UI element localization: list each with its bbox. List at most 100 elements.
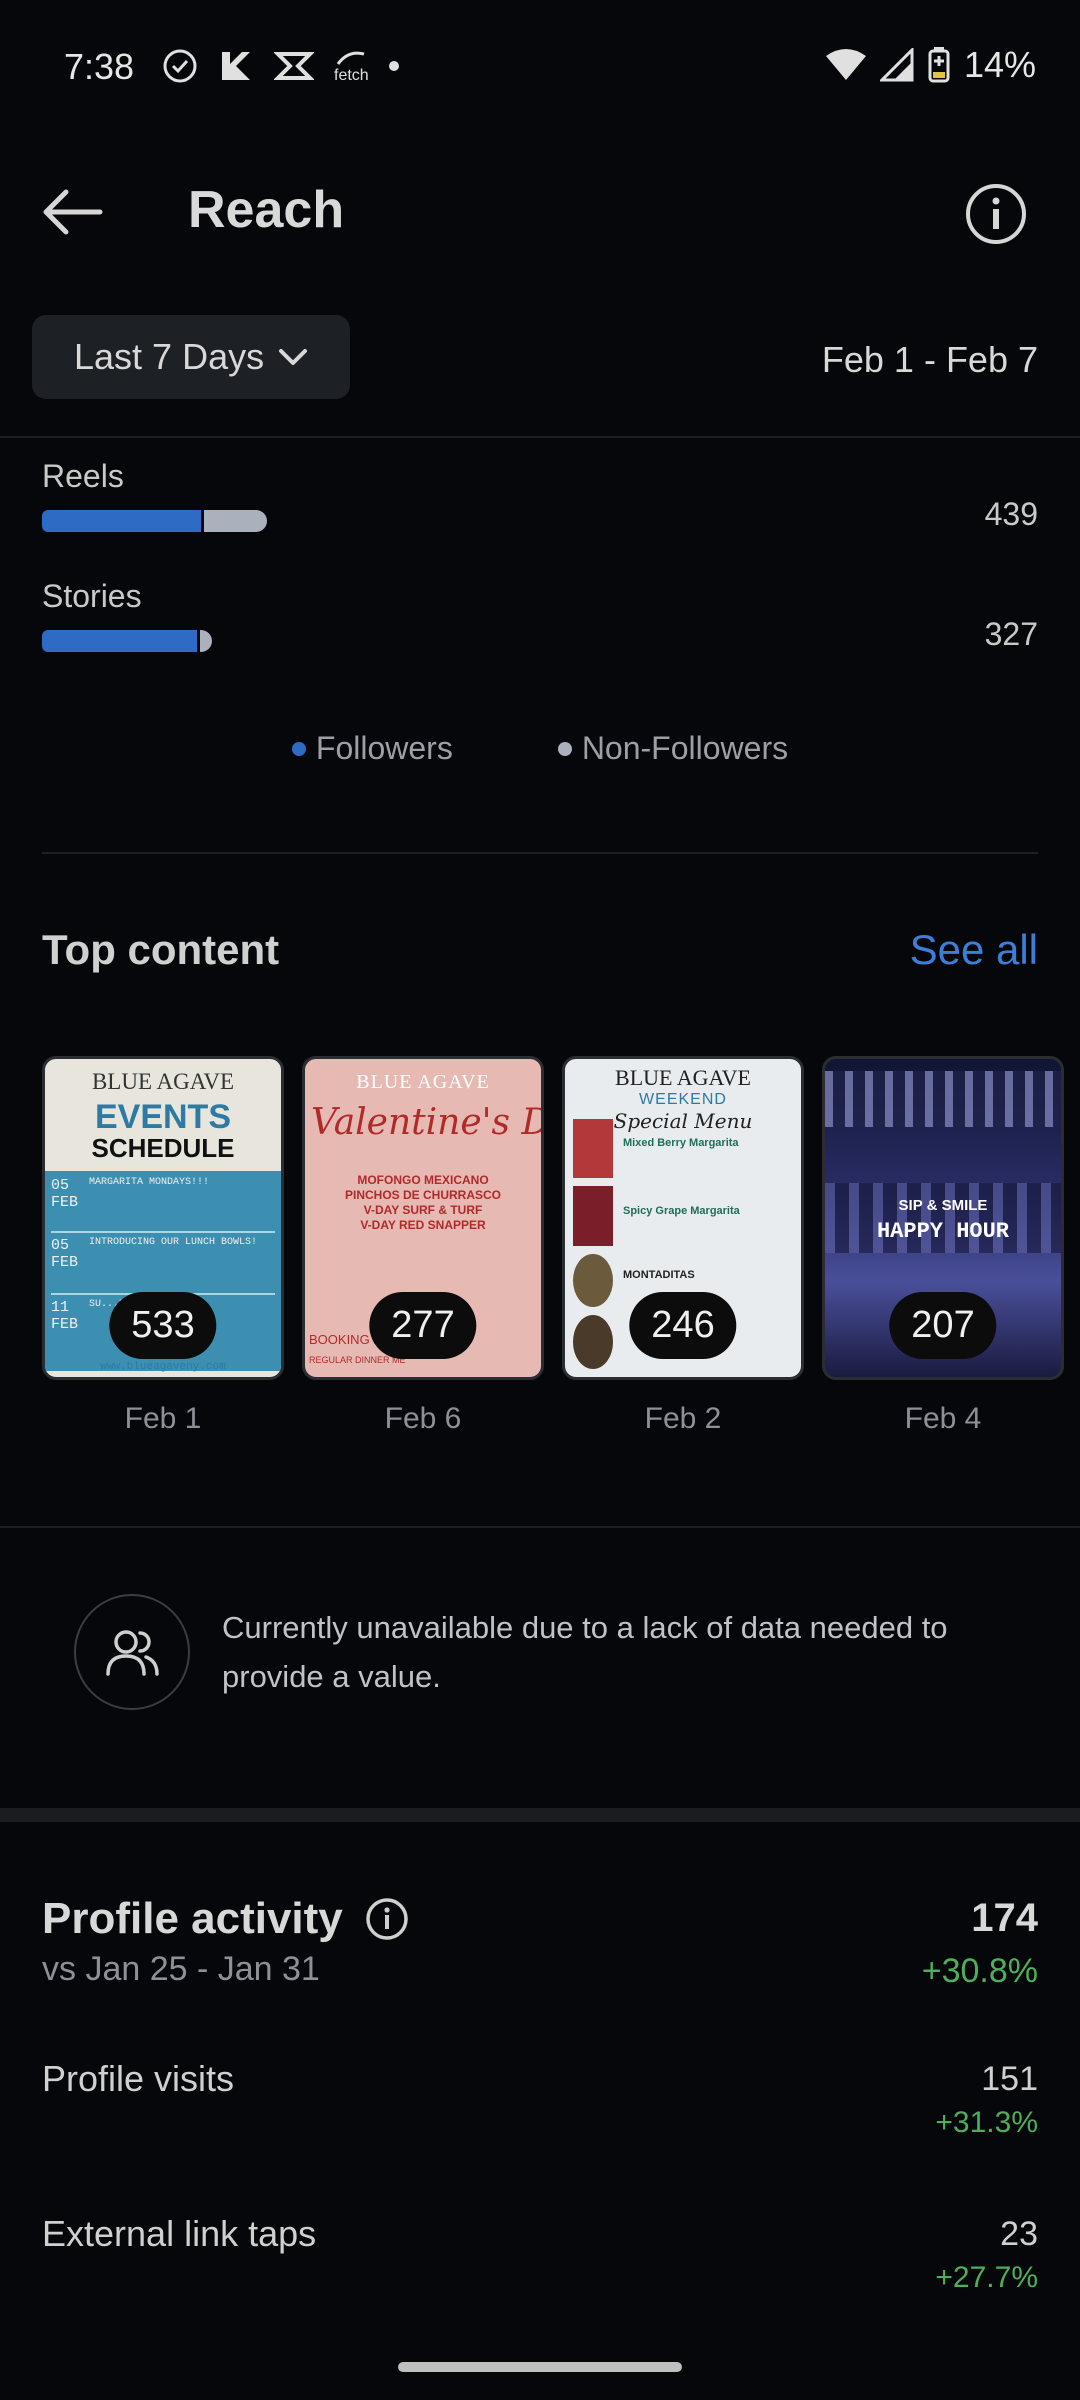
system-icons: 14% (825, 44, 1036, 86)
reach-row-reels: Reels 439 (42, 458, 1038, 532)
thumb-brand: BLUE AGAVE (615, 1065, 751, 1090)
content-item[interactable]: BLUE AGAVE Valentine's Day Me MOFONGO ME… (302, 1056, 544, 1436)
nonfollowers-bar-segment (200, 630, 212, 652)
content-date: Feb 4 (904, 1402, 982, 1435)
reach-label: Reels (42, 458, 124, 494)
content-reach-count: 207 (889, 1292, 997, 1359)
people-icon (106, 1630, 159, 1676)
top-content-list: BLUE AGAVE EVENTS SCHEDULE 05 FEB MARGAR… (42, 1056, 1064, 1436)
info-button[interactable] (964, 182, 1028, 246)
followers-dot-icon (291, 741, 306, 756)
legend-non-followers-label: Non-Followers (581, 730, 789, 766)
content-thumbnail[interactable]: BLUE AGAVE Valentine's Day Me MOFONGO ME… (302, 1056, 544, 1380)
reach-label: Stories (42, 578, 142, 614)
followers-bar-segment (42, 630, 197, 652)
content-date: Feb 6 (384, 1402, 462, 1435)
menu-item: V-DAY RED SNAPPER (360, 1218, 486, 1232)
info-icon[interactable] (365, 1897, 409, 1941)
content-item[interactable]: BLUE AGAVE EVENTS SCHEDULE 05 FEB MARGAR… (42, 1056, 284, 1436)
back-arrow-icon (43, 189, 103, 235)
photo (573, 1253, 613, 1308)
content-reach-count: 533 (109, 1292, 217, 1359)
reach-bar (42, 630, 212, 652)
content-reach-count: 277 (369, 1292, 477, 1359)
non-followers-dot-icon (557, 741, 572, 756)
content-date: Feb 1 (124, 1402, 202, 1435)
divider (42, 852, 1038, 854)
thumb-heading: SCHEDULE (91, 1133, 235, 1163)
content-thumbnail[interactable]: SIP & SMILE HAPPY HOUR 207 (822, 1056, 1064, 1380)
nonfollowers-bar-segment (204, 510, 267, 532)
see-all-link[interactable]: See all (910, 926, 1038, 974)
photo (573, 1119, 613, 1179)
row-text: MARGARITA MONDAYS!!! (89, 1177, 210, 1188)
more-dot-icon (388, 61, 399, 71)
unavailable-message: Currently unavailable due to a lack of d… (222, 1610, 948, 1694)
thumb-item: Spicy Grape Margarita (623, 1205, 740, 1217)
battery-percent: 14% (963, 44, 1036, 85)
content-item[interactable]: SIP & SMILE HAPPY HOUR 207 Feb 4 (822, 1056, 1064, 1436)
profile-activity-title: Profile activity (42, 1894, 343, 1943)
legend-non-followers: Non-Followers (557, 730, 789, 767)
photo (573, 1186, 613, 1246)
notification-icons: fetch (162, 48, 399, 84)
info-icon (966, 184, 1026, 244)
row-date: 05 FEB (51, 1177, 79, 1211)
chevron-down-icon (279, 349, 308, 365)
app-header: Reach (0, 160, 1080, 260)
schedule-row: 05 FEB MARGARITA MONDAYS!!! (51, 1177, 275, 1233)
thumb-site: www.blueagaveny.com (100, 1361, 226, 1373)
status-time: 7:38 (64, 46, 135, 87)
content-date: Feb 2 (644, 1402, 722, 1435)
page-title: Reach (188, 181, 345, 239)
signal-icon (879, 48, 914, 82)
divider (0, 436, 1080, 438)
metric-value-profile-visits: 151 (981, 2060, 1038, 2098)
content-item[interactable]: BLUE AGAVE WEEKEND Special Menu Mixed Be… (562, 1056, 804, 1436)
legend-followers-label: Followers (315, 730, 453, 766)
thumb-item: Mixed Berry Margarita (623, 1137, 739, 1149)
status-bar: 7:38 fetch 14% (0, 0, 1080, 140)
thumb-photos (573, 1119, 613, 1369)
metric-change-profile-visits: +31.3% (935, 2106, 1038, 2139)
thumb-heading: EVENTS (94, 1098, 232, 1136)
row-date: 05 FEB (51, 1237, 79, 1271)
thumb-line1: SIP & SMILE (898, 1197, 988, 1214)
reach-row-stories: Stories 327 (42, 578, 1038, 652)
reach-bar (42, 510, 267, 532)
row-date: 11 FEB (51, 1299, 79, 1333)
reach-value: 327 (984, 616, 1038, 652)
profile-activity-total: 174 (971, 1896, 1038, 1940)
menu-item: V-DAY SURF & TURF (363, 1203, 483, 1217)
legend-followers: Followers (291, 730, 453, 767)
thumb-brand: BLUE AGAVE (91, 1069, 235, 1094)
thumb-line2: HAPPY HOUR (876, 1219, 1010, 1244)
metric-label-external-link-taps: External link taps (42, 2213, 317, 2254)
metric-change-external-link-taps: +27.7% (935, 2261, 1038, 2294)
profile-activity-header: Profile activity (42, 1894, 409, 1944)
range-selector-label: Last 7 Days (74, 336, 265, 377)
thumb-sub: WEEKEND (639, 1091, 727, 1108)
date-range-row: Last 7 Days Feb 1 - Feb 7 (0, 315, 1080, 401)
content-thumbnail[interactable]: BLUE AGAVE EVENTS SCHEDULE 05 FEB MARGAR… (42, 1056, 284, 1380)
thumb-brand: BLUE AGAVE (356, 1071, 490, 1093)
app-k-icon (222, 52, 250, 80)
unavailable-notice: Currently unavailable due to a lack of d… (74, 1594, 1014, 1710)
date-range-text: Feb 1 - Feb 7 (821, 339, 1038, 380)
section-divider (0, 1808, 1080, 1822)
content-thumbnail[interactable]: BLUE AGAVE WEEKEND Special Menu Mixed Be… (562, 1056, 804, 1380)
reach-legend: Followers Non-Followers (0, 730, 1080, 767)
thumb-script: Valentine's Day Me (311, 1102, 541, 1143)
divider (0, 1526, 1080, 1528)
thumb-menu: MOFONGO MEXICANO PINCHOS DE CHURRASCO V-… (305, 1173, 541, 1233)
row-text: INTRODUCING OUR LUNCH BOWLS! (89, 1237, 258, 1248)
back-button[interactable] (40, 180, 104, 244)
menu-item: MOFONGO MEXICANO (357, 1173, 489, 1187)
range-selector[interactable]: Last 7 Days (32, 315, 350, 399)
people-icon-circle (74, 1594, 190, 1710)
battery-icon (928, 47, 950, 83)
thumb-item: MONTADITAS (623, 1269, 695, 1281)
fetch-icon: fetch (334, 48, 369, 84)
capcut-icon (274, 52, 314, 80)
home-indicator[interactable] (398, 2362, 682, 2372)
